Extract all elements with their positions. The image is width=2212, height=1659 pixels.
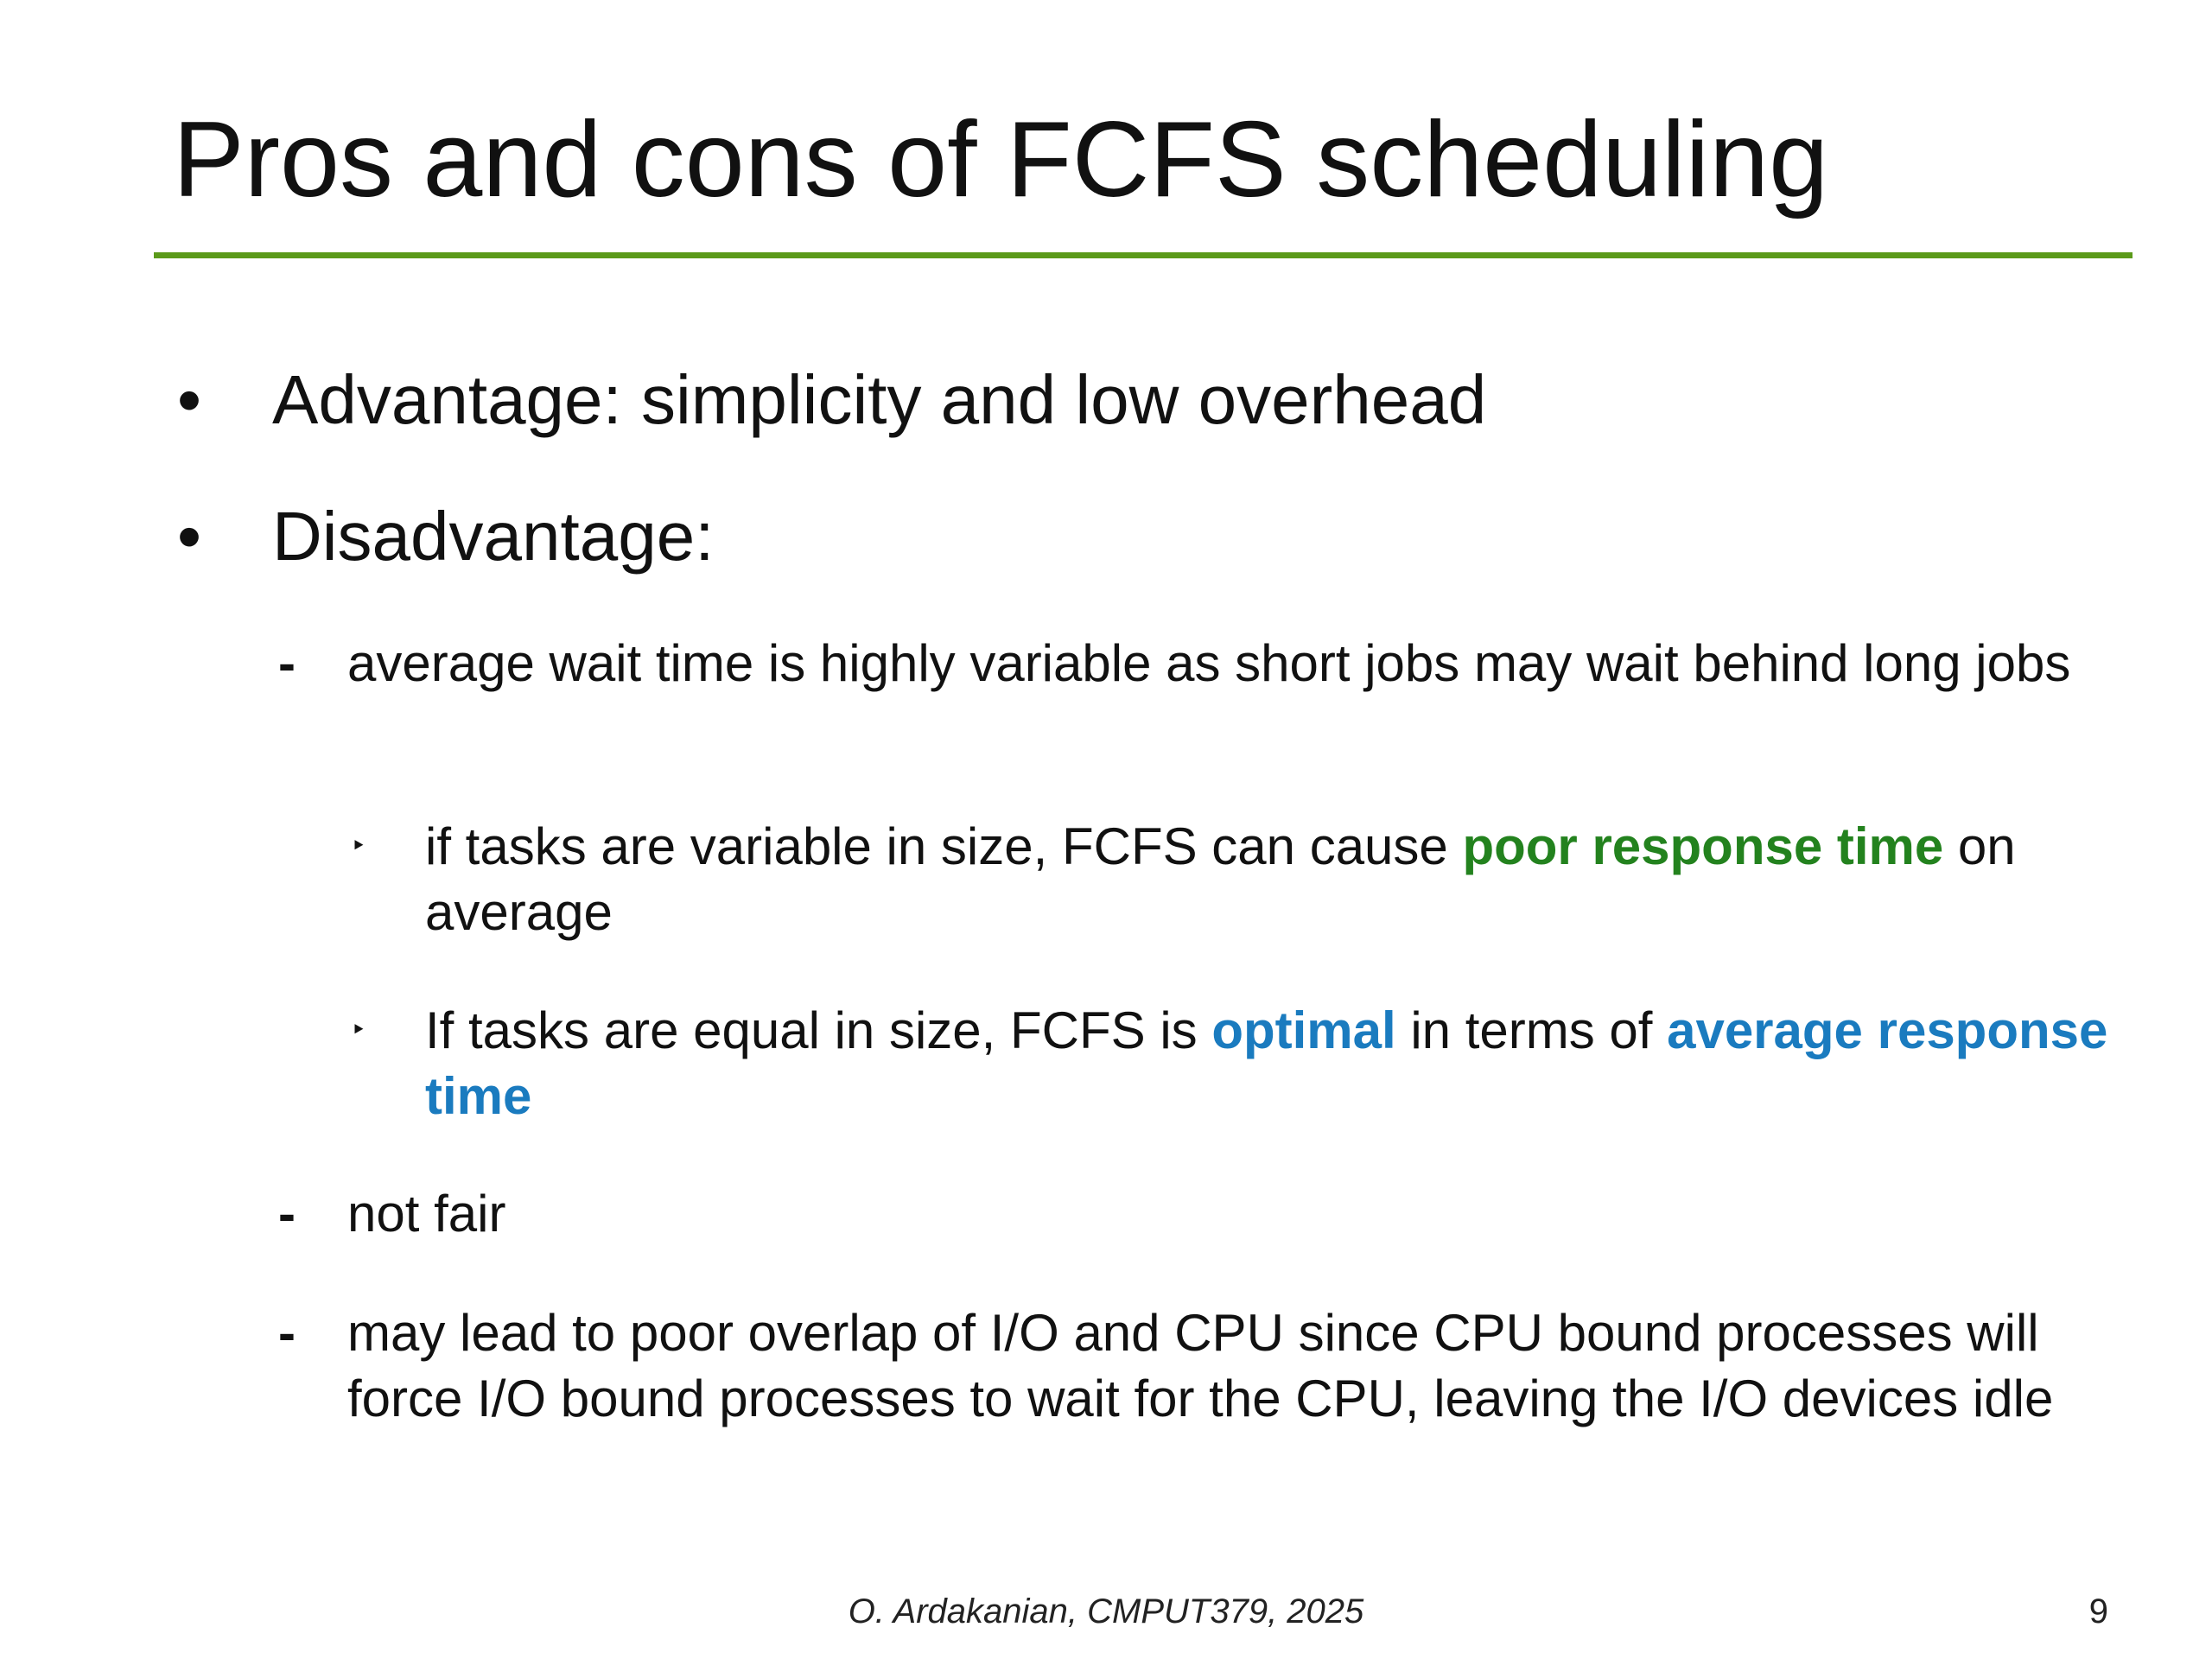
footer-credit: O. Ardakanian, CMPUT379, 2025 xyxy=(848,1592,1364,1630)
dash-mark: - xyxy=(278,1304,296,1362)
text-segment: if tasks are variable in size, FCFS can … xyxy=(425,817,1463,875)
arrow-bullet-icon: ‣ xyxy=(351,1016,366,1045)
emphasis-optimal: optimal xyxy=(1211,1001,1396,1059)
bullet-mark: • xyxy=(177,498,202,575)
page-number: 9 xyxy=(2088,1592,2108,1630)
emphasis-poor-response-time: poor response time xyxy=(1462,817,1944,875)
subpoint-text: may lead to poor overlap of I/O and CPU … xyxy=(347,1304,2054,1427)
subpoint-text: average wait time is highly variable as … xyxy=(347,634,2071,692)
bullet-text: Disadvantage: xyxy=(272,498,715,575)
text-segment: If tasks are equal in size, FCFS is xyxy=(425,1001,1212,1059)
arrow-bullet-icon: ‣ xyxy=(351,832,366,861)
dash-mark: - xyxy=(278,634,296,692)
dash-mark: - xyxy=(278,1185,296,1243)
slide: Pros and cons of FCFS scheduling • Advan… xyxy=(0,0,2212,1659)
subsubpoint-text: if tasks are variable in size, FCFS can … xyxy=(425,814,2110,945)
slide-title: Pros and cons of FCFS scheduling xyxy=(173,100,1829,219)
bullet-mark: • xyxy=(177,361,202,438)
subsubpoint-text: If tasks are equal in size, FCFS is opti… xyxy=(425,998,2110,1129)
title-divider xyxy=(154,252,2133,258)
text-segment: in terms of xyxy=(1395,1001,1668,1059)
subpoint-text: not fair xyxy=(347,1185,506,1243)
bullet-text: Advantage: simplicity and low overhead xyxy=(272,361,1487,438)
